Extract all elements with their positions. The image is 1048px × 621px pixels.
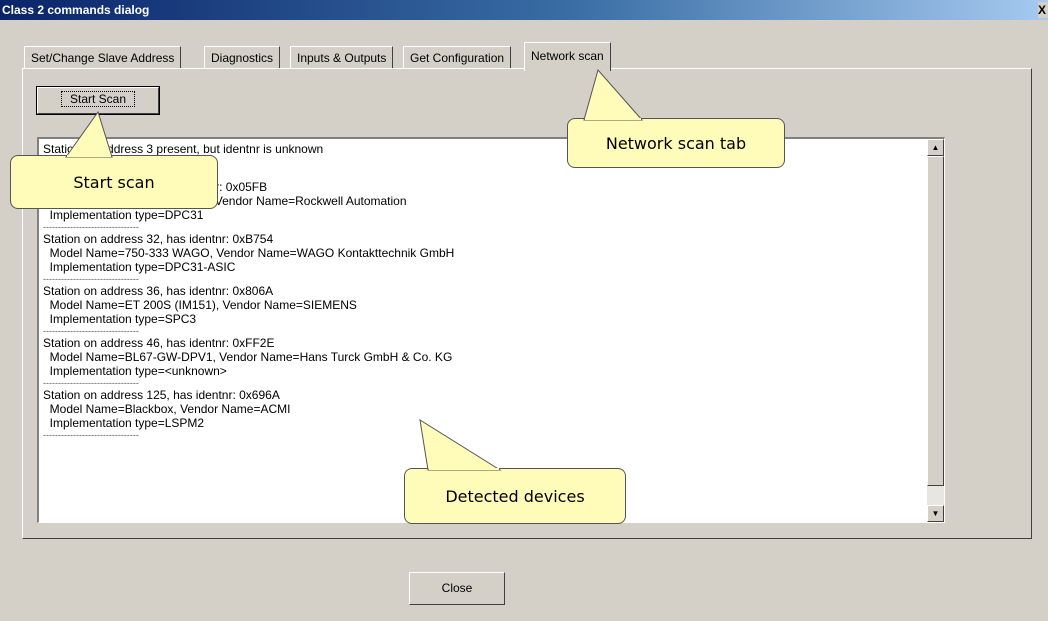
pointer-joins (67, 118, 641, 470)
dialog-window: Class 2 commands dialog X Set/Change Sla… (0, 0, 1048, 621)
